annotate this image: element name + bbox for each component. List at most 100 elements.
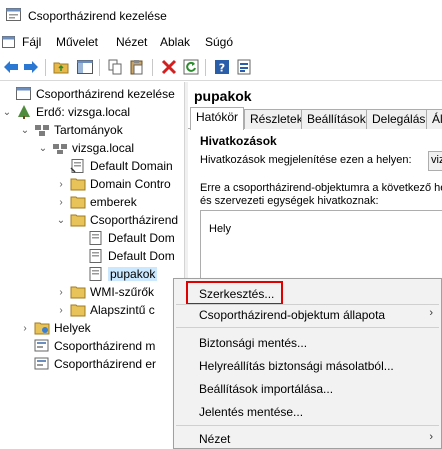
tree-item-starter-gpos[interactable]: › Alapszintű c [56, 301, 154, 319]
tree-item-emberek[interactable]: › emberek [56, 193, 137, 211]
tree-item-wmi-filters[interactable]: › WMI-szűrők [56, 283, 154, 301]
submenu-arrow-icon: › [429, 307, 433, 319]
tree-item-label: Default Dom [108, 231, 175, 245]
links-description-line-2: és szervezeti egységek hivatkoznak: [200, 195, 379, 207]
tree-item-forest[interactable]: ⌄ Erdő: vizsga.local [2, 103, 130, 121]
toolbar-separator [45, 59, 46, 76]
copy-icon[interactable] [106, 58, 124, 76]
menu-separator [176, 425, 439, 426]
tree-item-label: Csoportházirend er [54, 357, 157, 371]
links-description: Erre a csoportházirend-objektumra a köve… [200, 182, 442, 208]
tree-item-label: pupakok [108, 267, 158, 281]
domains-icon [35, 125, 49, 136]
tree-item-gp-modeling[interactable]: Csoportházirend m [20, 337, 155, 355]
help-icon[interactable]: ? [213, 58, 231, 76]
tree-item-label: WMI-szűrők [90, 285, 154, 299]
tree-item-domain-controllers[interactable]: › Domain Contro [56, 175, 170, 193]
menu-item-save-report[interactable]: Jelentés mentése... [199, 405, 303, 419]
menu-item-import-settings[interactable]: Beállítások importálása... [199, 382, 333, 396]
properties-icon[interactable] [235, 58, 253, 76]
gpo-heading: pupakok [194, 88, 252, 104]
tree-item-label: Default Domain [90, 159, 173, 173]
tree-expander[interactable]: › [20, 323, 30, 334]
ou-folder-icon [70, 178, 86, 191]
tree-item-gpo-default-2[interactable]: Default Dom [74, 247, 175, 265]
tree-item-domains[interactable]: ⌄ Tartományok [20, 121, 123, 139]
menu-item-edit[interactable]: Szerkesztés... [199, 287, 274, 301]
tree-item-gp-results[interactable]: Csoportházirend er [20, 355, 156, 373]
column-header-location[interactable]: Hely [209, 223, 231, 235]
gpo-link-icon [70, 159, 84, 173]
location-combo[interactable]: viz [428, 151, 442, 171]
menu-separator [176, 304, 439, 305]
tree-item-label: vizsga.local [72, 141, 135, 155]
gpo-icon [89, 249, 102, 263]
title-bar: Csoportházirend kezelése [0, 0, 442, 30]
starter-gpo-folder-icon [70, 304, 86, 317]
sites-icon [34, 322, 50, 335]
tree-item-gpo-default-1[interactable]: Default Dom [74, 229, 175, 247]
tree-item-pupakok[interactable]: pupakok [74, 265, 158, 283]
tree-expander[interactable]: ⌄ [56, 215, 66, 226]
submenu-arrow-icon: › [429, 431, 433, 443]
show-links-label: Hivatkozások megjelenítése ezen a helyen… [200, 154, 412, 166]
paste-icon[interactable] [128, 58, 146, 76]
menu-window[interactable]: Ablak [160, 35, 190, 49]
tree-expander[interactable]: ⌄ [38, 143, 48, 154]
toolbar-separator [205, 59, 206, 76]
tree-expander[interactable]: › [56, 305, 66, 316]
delete-icon[interactable] [160, 58, 178, 76]
tree-item-label: Helyek [54, 321, 91, 335]
menu-item-backup[interactable]: Biztonsági mentés... [199, 336, 307, 350]
tab-settings[interactable]: Beállítások [301, 109, 372, 129]
up-folder-icon[interactable] [52, 58, 70, 76]
menu-file[interactable]: Fájl [22, 35, 41, 49]
gpo-folder-icon [70, 214, 86, 227]
tree-expander[interactable]: ⌄ [2, 107, 12, 118]
menu-action[interactable]: Művelet [56, 35, 98, 49]
tree-expander[interactable]: › [56, 179, 66, 190]
tree-item-label: Tartományok [54, 123, 123, 137]
toolbar-separator [99, 59, 100, 76]
tree-item-label: Erdő: vizsga.local [36, 105, 131, 119]
tree-expander[interactable]: ⌄ [20, 125, 30, 136]
back-arrow-icon[interactable] [2, 58, 20, 76]
tree-item-sites[interactable]: › Helyek [20, 319, 91, 337]
menu-help[interactable]: Súgó [205, 35, 233, 49]
menu-separator [176, 327, 439, 328]
links-description-line-1: Erre a csoportházirend-objektumra a köve… [200, 182, 442, 194]
gpo-icon [89, 231, 102, 245]
console-tree: Csoportházirend kezelése ⌄ Erdő: vizsga.… [0, 82, 184, 449]
gpmc-app-icon [6, 8, 21, 21]
tab-details[interactable]: Részletek [244, 109, 309, 129]
menu-item-view[interactable]: Nézet [199, 432, 230, 446]
tab-delegation[interactable]: Delegálás [366, 109, 432, 129]
toolbar: ? [0, 55, 442, 81]
tab-status[interactable]: Ál [426, 109, 442, 129]
tree-item-gpm-root[interactable]: Csoportházirend kezelése [2, 85, 175, 103]
tree-expander[interactable]: › [56, 197, 66, 208]
domain-icon [53, 144, 67, 154]
show-hide-tree-icon[interactable] [76, 58, 94, 76]
tree-item-label: emberek [90, 195, 137, 209]
menu-item-gpo-status[interactable]: Csoportházirend-objektum állapota [199, 308, 385, 322]
forest-icon [18, 105, 30, 119]
tree-item-label: Csoportházirend m [54, 339, 156, 353]
menu-view[interactable]: Nézet [116, 35, 147, 49]
system-menu-icon[interactable] [2, 35, 16, 49]
tree-item-default-domain-link[interactable]: Default Domain [56, 157, 173, 175]
gp-results-icon [34, 357, 49, 370]
gpo-icon [89, 267, 102, 281]
window-title: Csoportházirend kezelése [28, 9, 167, 23]
tab-scope[interactable]: Hatókör [190, 107, 245, 130]
tree-item-label: Csoportházirend kezelése [36, 87, 175, 101]
tree-item-gpo-container[interactable]: ⌄ Csoportházirend [56, 211, 178, 229]
links-section-title: Hivatkozások [200, 134, 277, 148]
refresh-icon[interactable] [182, 58, 200, 76]
forward-arrow-icon[interactable] [22, 58, 40, 76]
menu-item-restore[interactable]: Helyreállítás biztonsági másolatból... [199, 359, 394, 373]
tree-item-domain-vizsga[interactable]: ⌄ vizsga.local [38, 139, 134, 157]
tree-expander[interactable]: › [56, 287, 66, 298]
ou-folder-icon [70, 196, 86, 209]
gpmc-root-icon [16, 87, 31, 100]
